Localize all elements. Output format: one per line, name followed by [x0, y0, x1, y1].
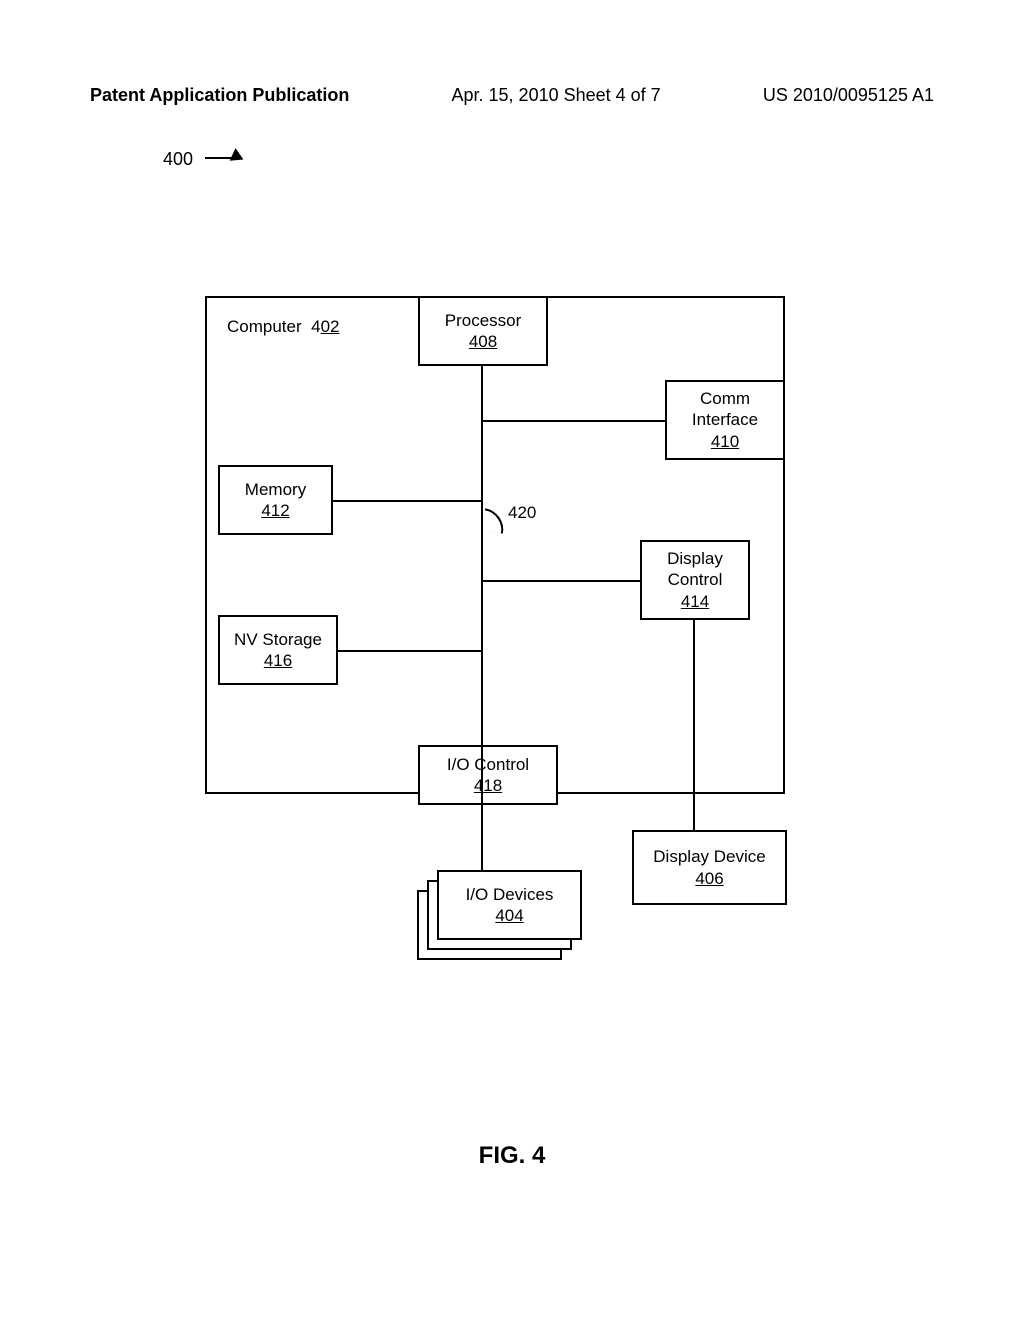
display-dev-label: Display Device — [653, 846, 765, 867]
io-devices-ref: 404 — [495, 905, 523, 926]
comm-label: Comm Interface — [692, 388, 758, 431]
io-devices-label: I/O Devices — [466, 884, 554, 905]
bus-comm-line — [481, 420, 665, 422]
arrow-head-icon — [230, 148, 247, 166]
computer-label: Computer 402 — [227, 316, 340, 337]
display-device-line — [693, 620, 695, 830]
io-control-block: I/O Control 418 — [418, 745, 558, 805]
processor-ref: 408 — [469, 331, 497, 352]
nv-storage-label: NV Storage — [234, 629, 322, 650]
display-control-block: Display Control 414 — [640, 540, 750, 620]
bus-vertical-line — [481, 366, 483, 870]
display-ctrl-ref: 414 — [681, 591, 709, 612]
io-ctrl-ref: 418 — [474, 775, 502, 796]
bus-memory-line — [333, 500, 483, 502]
page-header: Patent Application Publication Apr. 15, … — [0, 85, 1024, 106]
display-ctrl-label: Display Control — [667, 548, 723, 591]
figure-caption: FIG. 4 — [0, 1142, 1024, 1170]
figure-ref-400: 400 — [163, 149, 193, 170]
bus-ref-420: 420 — [508, 503, 536, 523]
bus-nv-line — [338, 650, 483, 652]
memory-ref: 412 — [261, 500, 289, 521]
io-ctrl-label: I/O Control — [447, 754, 529, 775]
bus-display-line — [481, 580, 640, 582]
io-devices-block: I/O Devices 404 — [437, 870, 582, 940]
nv-storage-ref: 416 — [264, 650, 292, 671]
processor-block: Processor 408 — [418, 296, 548, 366]
computer-ref-suffix: 02 — [321, 317, 340, 336]
display-dev-ref: 406 — [695, 868, 723, 889]
comm-ref: 410 — [711, 431, 739, 452]
nv-storage-block: NV Storage 416 — [218, 615, 338, 685]
comm-interface-block: Comm Interface 410 — [665, 380, 785, 460]
header-center: Apr. 15, 2010 Sheet 4 of 7 — [452, 85, 661, 106]
computer-name: Computer — [227, 317, 302, 336]
memory-label: Memory — [245, 479, 306, 500]
computer-ref-prefix: 4 — [311, 317, 320, 336]
header-left: Patent Application Publication — [90, 85, 349, 106]
display-device-block: Display Device 406 — [632, 830, 787, 905]
memory-block: Memory 412 — [218, 465, 333, 535]
processor-label: Processor — [445, 310, 522, 331]
header-right: US 2010/0095125 A1 — [763, 85, 934, 106]
